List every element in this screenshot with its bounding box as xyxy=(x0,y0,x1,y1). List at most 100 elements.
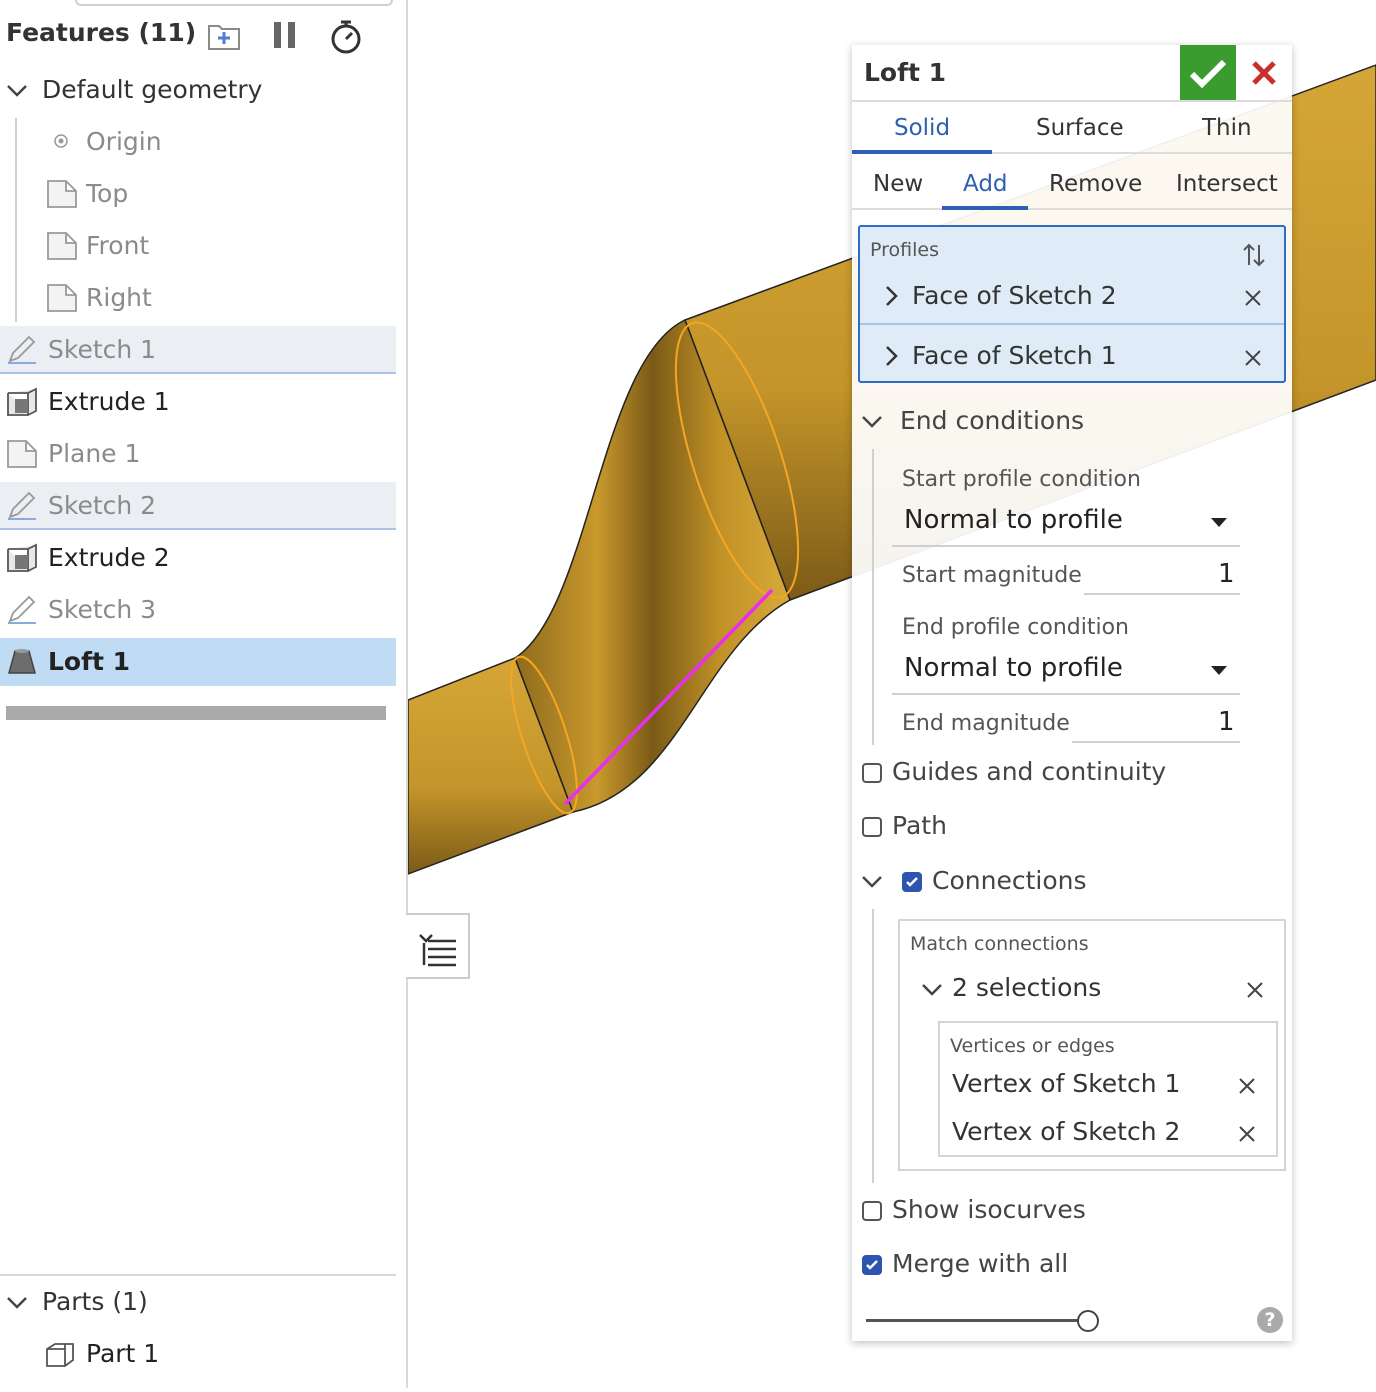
show-isocurves-label[interactable]: Show isocurves xyxy=(892,1195,1086,1224)
loft-dialog: Loft 1 Solid Surface Thin New Add Remove… xyxy=(852,45,1292,1341)
guides-checkbox[interactable] xyxy=(862,763,882,783)
remove-profile-icon[interactable] xyxy=(1242,347,1264,369)
loft-1-label: Loft 1 xyxy=(48,647,131,676)
cancel-button[interactable] xyxy=(1236,45,1292,101)
guides-label[interactable]: Guides and continuity xyxy=(892,757,1166,786)
sketch-1-label: Sketch 1 xyxy=(48,335,157,364)
chevron-right-icon[interactable] xyxy=(884,345,900,371)
dialog-title: Loft 1 xyxy=(864,58,947,87)
chevron-down-icon[interactable] xyxy=(860,869,884,897)
path-checkbox[interactable] xyxy=(862,817,882,837)
plane-icon xyxy=(46,179,78,209)
features-title: Features (11) xyxy=(6,18,197,47)
checkmark-icon xyxy=(1189,59,1227,89)
parts-header[interactable]: Parts (1) xyxy=(42,1287,148,1316)
tree-item-extrude-1[interactable]: Extrude 1 xyxy=(0,378,396,426)
sketch-icon xyxy=(6,595,38,625)
merge-scope-slider-track[interactable] xyxy=(866,1319,1088,1322)
chevron-down-icon[interactable] xyxy=(6,80,28,106)
sketch-icon xyxy=(6,491,38,521)
vertex-item-label[interactable]: Vertex of Sketch 1 xyxy=(952,1069,1180,1098)
sketch-icon xyxy=(6,335,38,365)
part-1-label: Part 1 xyxy=(86,1339,160,1368)
path-label[interactable]: Path xyxy=(892,811,947,840)
remove-vertex-icon[interactable] xyxy=(1236,1075,1258,1097)
feature-list-toggle-button[interactable] xyxy=(406,913,470,979)
chevron-down-icon[interactable] xyxy=(920,977,944,1005)
remove-vertex-icon[interactable] xyxy=(1236,1123,1258,1145)
match-connections-field[interactable]: Match connections 2 selections Vertices … xyxy=(898,919,1286,1171)
origin-icon xyxy=(50,130,72,152)
tree-item-sketch-2[interactable]: Sketch 2 xyxy=(0,482,396,530)
extrude-icon xyxy=(6,387,38,417)
chevron-right-icon[interactable] xyxy=(884,285,900,311)
folder-add-icon[interactable] xyxy=(206,18,242,54)
remove-profile-icon[interactable] xyxy=(1242,287,1264,309)
accept-button[interactable] xyxy=(1180,45,1236,101)
tree-item-sketch-3[interactable]: Sketch 3 xyxy=(0,586,396,634)
end-magnitude-input[interactable]: 1 xyxy=(1218,707,1235,737)
merge-scope-slider-knob[interactable] xyxy=(1077,1310,1099,1332)
end-conditions-header[interactable]: End conditions xyxy=(900,406,1084,435)
default-geometry-label[interactable]: Default geometry xyxy=(42,75,262,104)
plane-icon xyxy=(46,283,78,313)
profiles-field[interactable]: Profiles Face of Sketch 2 Face of Sketch… xyxy=(858,225,1286,383)
start-condition-dropdown[interactable]: Normal to profile xyxy=(904,505,1123,535)
sketch-2-label: Sketch 2 xyxy=(48,491,157,520)
tree-item-sketch-1[interactable]: Sketch 1 xyxy=(0,326,396,374)
connections-checkbox[interactable] xyxy=(902,872,922,892)
pause-icon[interactable] xyxy=(268,18,304,54)
tree-item-right-plane[interactable]: Right xyxy=(0,274,396,322)
show-isocurves-checkbox[interactable] xyxy=(862,1201,882,1221)
help-icon[interactable]: ? xyxy=(1257,1307,1283,1333)
divider xyxy=(892,545,1240,547)
front-plane-label: Front xyxy=(86,231,150,260)
end-magnitude-label: End magnitude xyxy=(902,711,1070,736)
dropdown-arrow-icon[interactable] xyxy=(1210,661,1228,680)
input-underline xyxy=(1084,593,1240,595)
tree-item-front-plane[interactable]: Front xyxy=(0,222,396,270)
tree-resize-handle[interactable] xyxy=(75,0,393,6)
merge-with-all-label[interactable]: Merge with all xyxy=(892,1249,1068,1278)
vertex-item-label[interactable]: Vertex of Sketch 2 xyxy=(952,1117,1180,1146)
rollback-bar[interactable] xyxy=(6,706,386,720)
checkmark-icon xyxy=(906,877,918,887)
profiles-label: Profiles xyxy=(870,239,939,261)
tab-intersect[interactable]: Intersect xyxy=(1176,171,1278,197)
merge-with-all-checkbox[interactable] xyxy=(862,1255,882,1275)
profile-item-label[interactable]: Face of Sketch 2 xyxy=(912,281,1117,310)
tab-surface[interactable]: Surface xyxy=(1036,115,1124,141)
origin-label: Origin xyxy=(86,127,162,156)
vertices-field[interactable]: Vertices or edges Vertex of Sketch 1 Ver… xyxy=(938,1021,1278,1157)
profile-item-label[interactable]: Face of Sketch 1 xyxy=(912,341,1117,370)
tree-item-extrude-2[interactable]: Extrude 2 xyxy=(0,534,396,582)
section-guide-line xyxy=(872,449,874,745)
divider xyxy=(892,693,1240,695)
start-magnitude-input[interactable]: 1 xyxy=(1218,559,1235,589)
match-connections-label: Match connections xyxy=(910,933,1089,955)
stopwatch-icon[interactable] xyxy=(328,18,364,54)
divider xyxy=(852,100,1292,102)
chevron-down-icon[interactable] xyxy=(860,409,884,437)
selections-label[interactable]: 2 selections xyxy=(952,973,1101,1002)
end-condition-dropdown[interactable]: Normal to profile xyxy=(904,653,1123,683)
tree-item-loft-1[interactable]: Loft 1 xyxy=(0,638,396,686)
clear-selections-icon[interactable] xyxy=(1244,979,1266,1001)
tree-item-plane-1[interactable]: Plane 1 xyxy=(0,430,396,478)
tab-thin[interactable]: Thin xyxy=(1202,115,1252,141)
sketch-3-label: Sketch 3 xyxy=(48,595,157,624)
tree-item-origin[interactable]: Origin xyxy=(0,118,396,166)
tab-solid[interactable]: Solid xyxy=(894,115,950,141)
tab-add[interactable]: Add xyxy=(963,171,1008,197)
part-icon xyxy=(44,1339,76,1369)
end-condition-label: End profile condition xyxy=(902,615,1130,640)
chevron-down-icon[interactable] xyxy=(6,1292,28,1318)
dropdown-arrow-icon[interactable] xyxy=(1210,513,1228,532)
connections-label[interactable]: Connections xyxy=(932,866,1086,895)
sort-icon[interactable] xyxy=(1242,241,1266,273)
tab-remove[interactable]: Remove xyxy=(1049,171,1142,197)
tab-new[interactable]: New xyxy=(873,171,923,197)
tree-item-top-plane[interactable]: Top xyxy=(0,170,396,218)
divider xyxy=(852,208,1292,210)
tree-item-part-1[interactable]: Part 1 xyxy=(0,1330,396,1378)
